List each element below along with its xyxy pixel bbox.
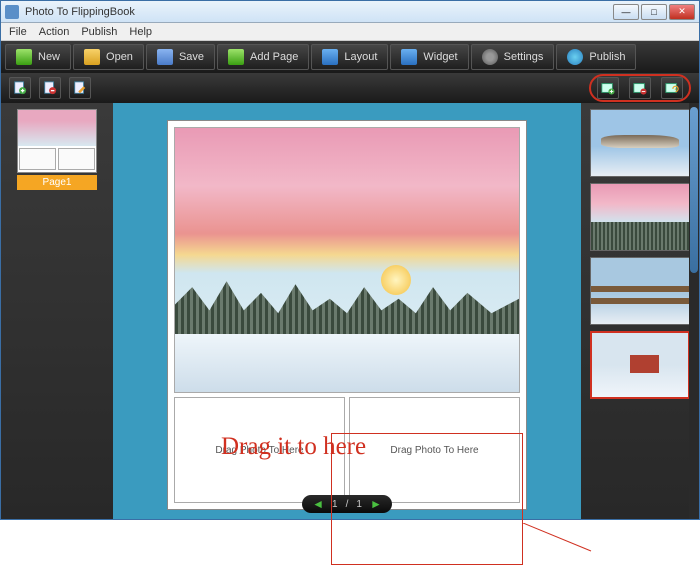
- pages-panel: Page1: [1, 103, 113, 519]
- settings-icon: [482, 49, 498, 65]
- add-page-icon-button[interactable]: [9, 77, 31, 99]
- photo-slot-1[interactable]: [174, 127, 520, 393]
- app-icon: [5, 5, 19, 19]
- layout-button[interactable]: Layout: [311, 44, 388, 70]
- snow-layer: [175, 334, 519, 392]
- settings-button[interactable]: Settings: [471, 44, 555, 70]
- widget-button[interactable]: Widget: [390, 44, 468, 70]
- menu-action[interactable]: Action: [39, 26, 70, 38]
- layout-icon: [322, 49, 338, 65]
- minimize-button[interactable]: —: [613, 4, 639, 20]
- page-minus-icon: [43, 81, 57, 95]
- add-page-label: Add Page: [250, 51, 298, 63]
- window-title: Photo To FlippingBook: [25, 6, 613, 18]
- remove-page-icon-button[interactable]: [39, 77, 61, 99]
- menubar: File Action Publish Help: [1, 23, 699, 41]
- page-separator: /: [346, 499, 349, 510]
- maximize-button[interactable]: □: [641, 4, 667, 20]
- photo-slot-2-placeholder: Drag Photo To Here: [215, 445, 303, 456]
- layout-label: Layout: [344, 51, 377, 63]
- photo-slot-row: Drag Photo To Here Drag Photo To Here: [174, 397, 520, 503]
- save-button[interactable]: Save: [146, 44, 215, 70]
- page-total: 1: [356, 499, 362, 510]
- page-edit-icon: [73, 81, 87, 95]
- photo-refresh-icon: [665, 81, 679, 95]
- menu-publish[interactable]: Publish: [81, 26, 117, 38]
- window-controls: — □ ✕: [613, 4, 695, 20]
- widget-label: Widget: [423, 51, 457, 63]
- new-button[interactable]: New: [5, 44, 71, 70]
- photo-plus-icon: [601, 81, 615, 95]
- new-icon: [16, 49, 32, 65]
- publish-icon: [567, 49, 583, 65]
- add-page-button[interactable]: Add Page: [217, 44, 309, 70]
- prev-page-button[interactable]: ◄: [312, 497, 324, 511]
- photo-library-item[interactable]: [590, 109, 690, 177]
- page-editor[interactable]: Drag Photo To Here Drag Photo To Here: [167, 120, 527, 510]
- annotation-arrow-icon: [523, 523, 593, 553]
- next-page-button[interactable]: ►: [370, 497, 382, 511]
- open-button[interactable]: Open: [73, 44, 144, 70]
- titlebar: Photo To FlippingBook — □ ✕: [1, 1, 699, 23]
- photo-library-actions-highlight: [589, 74, 691, 102]
- photo-library-item-selected[interactable]: [590, 331, 690, 399]
- library-scrollbar[interactable]: [689, 103, 699, 519]
- publish-label: Publish: [589, 51, 625, 63]
- add-page-icon: [228, 49, 244, 65]
- sub-toolbar: [1, 73, 699, 103]
- add-photo-button[interactable]: [597, 77, 619, 99]
- page-thumbnail[interactable]: Page1: [17, 109, 97, 190]
- photo-library-panel: [581, 103, 699, 519]
- publish-button[interactable]: Publish: [556, 44, 636, 70]
- photo-minus-icon: [633, 81, 647, 95]
- menu-file[interactable]: File: [9, 26, 27, 38]
- main-toolbar: New Open Save Add Page Layout Widget Set…: [1, 41, 699, 73]
- open-label: Open: [106, 51, 133, 63]
- save-label: Save: [179, 51, 204, 63]
- edit-page-icon-button[interactable]: [69, 77, 91, 99]
- scrollbar-thumb[interactable]: [690, 107, 698, 273]
- photo-slot-2[interactable]: Drag Photo To Here: [174, 397, 345, 503]
- save-icon: [157, 49, 173, 65]
- page-thumbnail-image: [17, 109, 97, 173]
- refresh-photos-button[interactable]: [661, 77, 683, 99]
- content-area: Page1 Drag Photo To Here Drag Photo To H…: [1, 103, 699, 519]
- photo-slot-3[interactable]: Drag Photo To Here: [349, 397, 520, 503]
- settings-label: Settings: [504, 51, 544, 63]
- app-window: Photo To FlippingBook — □ ✕ File Action …: [0, 0, 700, 520]
- menu-help[interactable]: Help: [129, 26, 152, 38]
- photo-library-item[interactable]: [590, 183, 690, 251]
- photo-slot-3-placeholder: Drag Photo To Here: [390, 445, 478, 456]
- page-plus-icon: [13, 81, 27, 95]
- remove-photo-button[interactable]: [629, 77, 651, 99]
- widget-icon: [401, 49, 417, 65]
- open-icon: [84, 49, 100, 65]
- close-button[interactable]: ✕: [669, 4, 695, 20]
- page-thumbnail-label: Page1: [17, 175, 97, 190]
- canvas-area: Drag Photo To Here Drag Photo To Here ◄ …: [113, 103, 581, 519]
- page-current: 1: [332, 499, 338, 510]
- photo-library-item[interactable]: [590, 257, 690, 325]
- page-navigator: ◄ 1 / 1 ►: [302, 495, 392, 513]
- new-label: New: [38, 51, 60, 63]
